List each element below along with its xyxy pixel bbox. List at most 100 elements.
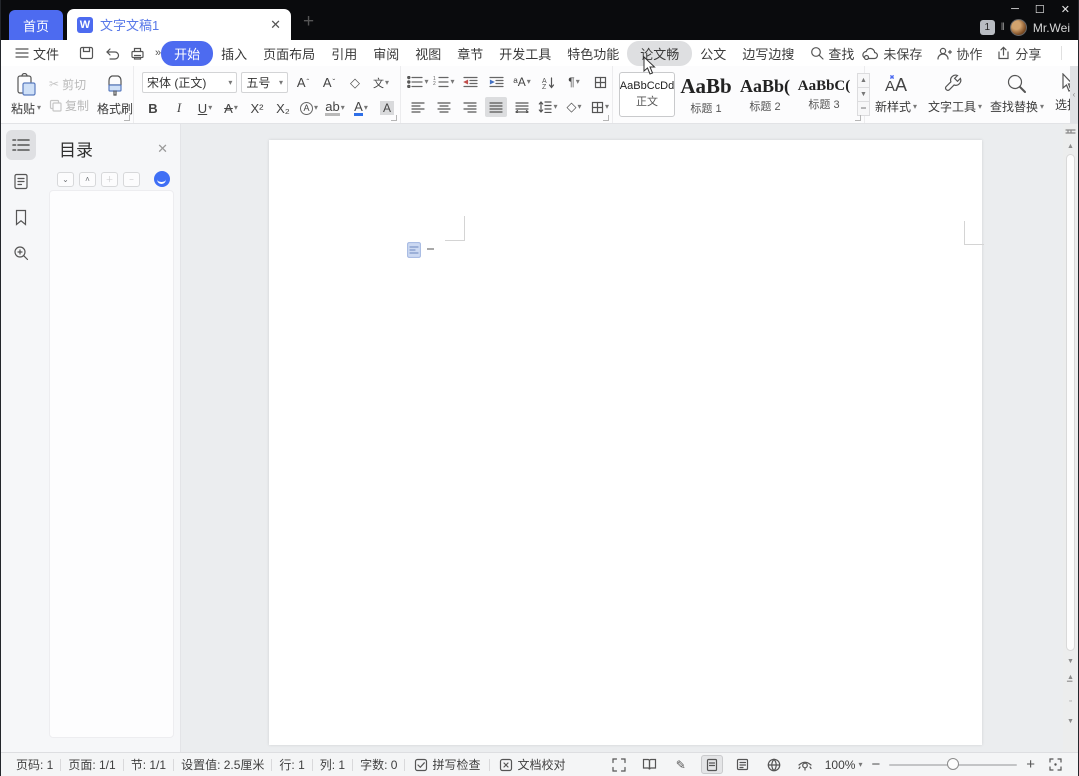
font-name-combo[interactable]: 宋体 (正文) ▾ <box>142 72 237 93</box>
increase-indent-button[interactable] <box>485 72 507 92</box>
scrollbar-thumb[interactable] <box>1066 154 1075 651</box>
ribbon-collapse-strip[interactable]: ‹ <box>1070 66 1078 123</box>
document-tab[interactable]: W 文字文稿1 ✕ <box>67 9 291 40</box>
status-item[interactable]: 节: 1/1 <box>124 756 173 773</box>
asian-layout-button[interactable]: ᵃA▾ <box>511 72 533 92</box>
search-pane-button[interactable] <box>6 238 36 268</box>
select-button[interactable]: 选择 <box>1051 71 1072 115</box>
new-tab-button[interactable]: + <box>303 11 314 33</box>
ribbon-tab[interactable]: 公文 <box>692 41 734 66</box>
previous-page-icon[interactable]: ▲▔ <box>1063 671 1078 691</box>
copy-button[interactable]: 复制 <box>49 97 89 114</box>
smart-contents-toggle[interactable] <box>154 171 170 187</box>
numbering-button[interactable]: 12▾ <box>433 72 455 92</box>
status-item[interactable]: 设置值: 2.5厘米 <box>174 756 271 773</box>
next-page-icon[interactable]: ▼ <box>1063 711 1078 731</box>
scroll-up-icon[interactable]: ▲ <box>1063 140 1078 152</box>
demote-button[interactable]: − <box>123 172 140 187</box>
close-window-button[interactable]: ✕ <box>1061 3 1070 16</box>
increase-font-button[interactable]: Aˆ <box>292 73 314 93</box>
document-page[interactable] <box>269 140 982 745</box>
show-marks-button[interactable]: ¶▾ <box>563 72 585 92</box>
vertical-scrollbar[interactable]: ▲ ▼ ▲▔ ▫ ▼ <box>1063 124 1078 752</box>
print-layout-button[interactable] <box>701 755 723 774</box>
ribbon-tab[interactable]: 论文畅 <box>627 41 692 66</box>
font-dialog-launcher[interactable] <box>391 115 397 121</box>
styles-dialog-launcher[interactable] <box>855 115 861 121</box>
style-card[interactable]: AaBb( 标题 2 <box>737 72 793 117</box>
shading-button[interactable]: ◇▾ <box>563 97 585 117</box>
zoom-out-button[interactable]: − <box>871 756 880 773</box>
font-size-combo[interactable]: 五号 ▾ <box>241 72 288 93</box>
outline-view-button[interactable] <box>732 755 754 774</box>
status-item[interactable]: 列: 1 <box>313 756 352 773</box>
outline-pane-button[interactable] <box>6 130 36 160</box>
ribbon-tab[interactable]: 审阅 <box>365 41 407 66</box>
zoom-slider-knob[interactable] <box>947 758 959 770</box>
decrease-indent-button[interactable] <box>459 72 481 92</box>
ribbon-tab[interactable]: 开发工具 <box>491 41 559 66</box>
status-item[interactable]: 字数: 0 <box>353 756 404 773</box>
new-style-button[interactable]: AA 新样式▾ <box>871 71 921 117</box>
bold-button[interactable]: B <box>142 98 164 118</box>
promote-button[interactable]: ＋ <box>101 172 118 187</box>
zoom-level[interactable]: 100% ▾ <box>825 758 863 772</box>
ribbon-tab[interactable]: 插入 <box>213 41 255 66</box>
underline-button[interactable]: U▾ <box>194 98 216 118</box>
save-icon[interactable] <box>79 46 94 60</box>
home-button[interactable]: 首页 <box>9 10 63 40</box>
ink-view-button[interactable]: ✎ <box>670 755 692 774</box>
document-canvas[interactable] <box>181 124 1063 752</box>
avatar[interactable] <box>1010 19 1027 36</box>
read-view-button[interactable] <box>639 755 661 774</box>
font-color-button[interactable]: A▾ <box>350 98 372 118</box>
smart-document-icon[interactable] <box>407 242 421 258</box>
maximize-button[interactable]: ☐ <box>1035 3 1045 16</box>
scroll-down-icon[interactable]: ▼ <box>1063 651 1078 671</box>
style-card[interactable]: AaBbC( 标题 3 <box>796 72 852 117</box>
strikethrough-button[interactable]: A▾ <box>220 98 242 118</box>
bullets-button[interactable]: ▾ <box>407 72 429 92</box>
borders-button[interactable]: ▾ <box>589 97 611 117</box>
distribute-button[interactable] <box>511 97 533 117</box>
find-replace-button[interactable]: 查找替换▾ <box>989 71 1045 117</box>
clear-format-button[interactable]: ◇ <box>344 73 366 93</box>
paragraph-dialog-launcher[interactable] <box>603 115 609 121</box>
user-account[interactable]: 1 ‖ Mr.Wei <box>980 19 1070 36</box>
italic-button[interactable]: I <box>168 98 190 118</box>
ribbon-tab[interactable]: 引用 <box>323 41 365 66</box>
clipboard-dialog-launcher[interactable] <box>124 115 130 121</box>
fit-page-button[interactable] <box>1044 755 1066 774</box>
close-panel-icon[interactable]: ✕ <box>157 141 168 157</box>
doc-proof-button[interactable]: 文档校对 <box>490 756 574 773</box>
align-center-button[interactable] <box>433 97 455 117</box>
ruler-toggle-icon[interactable] <box>1065 128 1076 136</box>
eye-protect-button[interactable] <box>794 755 816 774</box>
line-spacing-button[interactable]: ▾ <box>537 97 559 117</box>
paste-button[interactable]: 粘贴▾ <box>7 71 45 119</box>
bookmark-pane-button[interactable] <box>6 202 36 232</box>
share-button[interactable]: 分享 <box>996 44 1041 63</box>
zoom-slider[interactable] <box>889 764 1017 766</box>
sort-button[interactable]: AZ <box>537 72 559 92</box>
select-browse-object-icon[interactable]: ▫ <box>1063 691 1078 711</box>
style-card[interactable]: AaBb 标题 1 <box>678 72 734 117</box>
print-icon[interactable] <box>130 47 145 60</box>
status-item[interactable]: 页码: 1 <box>9 756 60 773</box>
enclose-character-button[interactable]: A▾ <box>298 98 320 118</box>
collapse-all-button[interactable]: ˄ <box>79 172 96 187</box>
spell-check-button[interactable]: 拼写检查 <box>405 756 489 773</box>
ribbon-tab[interactable]: 边写边搜 <box>734 41 802 66</box>
align-left-button[interactable] <box>407 97 429 117</box>
superscript-button[interactable]: X² <box>246 98 268 118</box>
find-menu[interactable]: 查找 <box>802 41 862 66</box>
pinyin-guide-button[interactable]: 文▾ <box>370 73 392 93</box>
save-status[interactable]: 未保存 <box>862 44 922 63</box>
ribbon-tab[interactable]: 章节 <box>449 41 491 66</box>
fullscreen-view-button[interactable] <box>608 755 630 774</box>
style-card[interactable]: AaBbCcDd 正文 <box>619 72 675 117</box>
undo-icon[interactable] <box>104 47 120 60</box>
ribbon-tab[interactable]: 视图 <box>407 41 449 66</box>
web-view-button[interactable] <box>763 755 785 774</box>
expand-all-button[interactable]: ⌄ <box>57 172 74 187</box>
